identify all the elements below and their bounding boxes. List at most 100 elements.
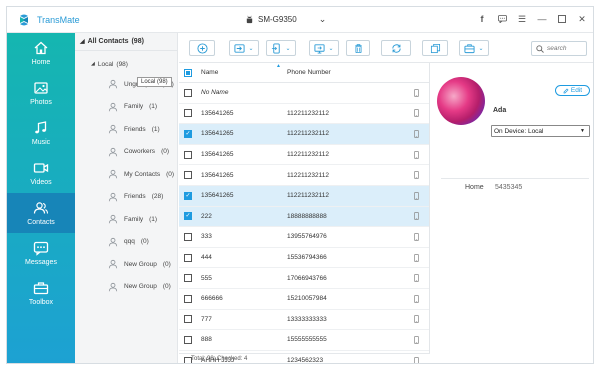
group-item[interactable]: New Group (0) bbox=[75, 276, 177, 299]
tree-local-node[interactable]: ◢ Local (98) bbox=[75, 55, 177, 73]
collapse-triangle-icon[interactable]: ◢ bbox=[80, 38, 85, 45]
sidebar-item-home[interactable]: Home bbox=[7, 33, 75, 73]
table-row[interactable]: No Name bbox=[179, 83, 429, 104]
feedback-icon[interactable] bbox=[497, 13, 507, 25]
tree-local-label: Local bbox=[97, 60, 114, 68]
edit-button[interactable]: Edit bbox=[555, 85, 590, 96]
group-item[interactable]: Coworkers (0) bbox=[75, 141, 177, 164]
row-checkbox[interactable] bbox=[184, 253, 192, 262]
column-header-name[interactable]: Name bbox=[201, 69, 287, 76]
copy-button[interactable] bbox=[422, 40, 448, 56]
delete-button[interactable] bbox=[346, 40, 370, 56]
group-item[interactable]: Friends (1) bbox=[75, 118, 177, 141]
group-count: (1) bbox=[149, 215, 158, 223]
export-to-device-button[interactable]: ⌄ bbox=[266, 40, 296, 56]
refresh-icon bbox=[391, 43, 401, 53]
facebook-icon[interactable]: f bbox=[477, 13, 487, 25]
sidebar-item-toolbox[interactable]: Toolbox bbox=[7, 273, 75, 313]
group-label: Family bbox=[124, 215, 144, 223]
table-row[interactable]: 444 15536794366 bbox=[179, 248, 429, 269]
column-header-phone[interactable]: Phone Number bbox=[287, 69, 411, 76]
menu-icon[interactable]: ☰ bbox=[517, 13, 527, 25]
cell-name: 777 bbox=[201, 315, 212, 323]
group-count: (0) bbox=[140, 238, 149, 246]
cell-device bbox=[411, 88, 421, 97]
row-checkbox[interactable] bbox=[184, 88, 192, 97]
sidebar-item-videos[interactable]: Videos bbox=[7, 153, 75, 193]
import-button[interactable]: ⌄ bbox=[229, 40, 259, 56]
phone-device-icon bbox=[413, 315, 419, 324]
export-to-pc-button[interactable]: ⌄ bbox=[309, 40, 339, 56]
field-value-home[interactable]: 5435345 bbox=[495, 184, 522, 191]
group-item[interactable]: Family (1) bbox=[75, 208, 177, 231]
chevron-down-icon: ⌄ bbox=[248, 45, 254, 52]
sidebar-item-contacts[interactable]: Contacts bbox=[7, 193, 75, 233]
storage-location-select[interactable]: On Device: Local ▼ bbox=[491, 125, 590, 137]
copy-icon bbox=[430, 43, 440, 53]
group-item[interactable]: New Group (0) bbox=[75, 253, 177, 276]
tree-root-count: (98) bbox=[131, 38, 144, 45]
group-item[interactable]: Family (1) bbox=[75, 96, 177, 119]
window-controls: f ☰ — ✕ bbox=[477, 13, 587, 25]
row-checkbox[interactable]: ✓ bbox=[184, 212, 192, 221]
computer-export-icon bbox=[314, 43, 326, 53]
row-checkbox[interactable] bbox=[184, 335, 192, 344]
row-checkbox[interactable] bbox=[184, 315, 192, 324]
row-checkbox[interactable] bbox=[184, 109, 192, 118]
refresh-button[interactable] bbox=[381, 40, 411, 56]
table-row[interactable]: 135641265 112211232112 bbox=[179, 165, 429, 186]
table-row[interactable]: 333 13955764976 bbox=[179, 227, 429, 248]
sidebar-item-messages[interactable]: Messages bbox=[7, 233, 75, 273]
row-checkbox[interactable] bbox=[184, 274, 192, 283]
group-icon bbox=[108, 125, 118, 134]
sidebar-item-music[interactable]: Music bbox=[7, 113, 75, 153]
row-checkbox[interactable] bbox=[184, 171, 192, 180]
cell-phone: 13955764976 bbox=[287, 233, 327, 241]
row-checkbox[interactable] bbox=[184, 150, 192, 159]
phone-device-icon bbox=[413, 274, 419, 282]
collapse-triangle-icon[interactable]: ◢ bbox=[91, 61, 95, 67]
contact-name: Ada bbox=[493, 107, 507, 114]
cell-device bbox=[411, 233, 421, 241]
table-row[interactable]: 135641265 112211232112 bbox=[179, 104, 429, 125]
table-row[interactable]: 135641265 112211232112 bbox=[179, 145, 429, 166]
device-selector[interactable]: SM-G9350 ⌄ bbox=[245, 14, 326, 25]
table-row[interactable]: ✓ 135641265 112211232112 bbox=[179, 185, 429, 207]
row-checkbox[interactable]: ✓ bbox=[184, 129, 192, 138]
dropdown-arrow-icon: ▼ bbox=[580, 128, 585, 134]
minimize-icon[interactable]: — bbox=[537, 13, 547, 25]
group-count: (0) bbox=[162, 283, 171, 291]
search-box[interactable] bbox=[531, 41, 587, 56]
cell-phone: 15555555555 bbox=[287, 336, 327, 344]
search-input[interactable] bbox=[547, 45, 585, 52]
maximize-icon[interactable] bbox=[557, 13, 567, 25]
table-row[interactable]: ✓ 222 18888888888 bbox=[179, 206, 429, 228]
group-item[interactable]: qqq (0) bbox=[75, 231, 177, 254]
videos-icon bbox=[33, 163, 49, 173]
group-item[interactable]: Friends (28) bbox=[75, 186, 177, 209]
group-icon bbox=[108, 192, 118, 202]
close-icon[interactable]: ✕ bbox=[577, 13, 587, 25]
table-row[interactable]: 555 17066943766 bbox=[179, 268, 429, 289]
app-title: TransMate bbox=[37, 15, 80, 25]
cell-device bbox=[411, 171, 421, 180]
table-row[interactable]: 888 15555555555 bbox=[179, 330, 429, 351]
row-checkbox[interactable] bbox=[184, 232, 192, 241]
toolbox-button[interactable]: ⌄ bbox=[459, 40, 489, 56]
row-checkbox[interactable]: ✓ bbox=[184, 191, 192, 200]
row-checkbox[interactable] bbox=[184, 294, 192, 303]
select-all-checkbox[interactable] bbox=[184, 68, 192, 77]
tree-root-all-contacts[interactable]: ◢ All Contacts (98) bbox=[75, 33, 177, 51]
sidebar-item-photos[interactable]: Photos bbox=[7, 73, 75, 113]
phone-device-icon bbox=[413, 253, 419, 262]
tooltip: Local (98) bbox=[137, 77, 172, 87]
table-row[interactable]: 777 13333333333 bbox=[179, 310, 429, 331]
device-name: SM-G9350 bbox=[258, 15, 297, 24]
phone-device-icon bbox=[413, 233, 419, 241]
add-contact-button[interactable] bbox=[189, 40, 215, 56]
group-item[interactable]: My Contacts (0) bbox=[75, 163, 177, 186]
group-label: Friends bbox=[124, 125, 146, 133]
table-row[interactable]: 666666 15210057984 bbox=[179, 289, 429, 310]
sidebar-item-label: Music bbox=[31, 139, 51, 146]
table-row[interactable]: ✓ 135641265 112211232112 bbox=[179, 124, 429, 145]
